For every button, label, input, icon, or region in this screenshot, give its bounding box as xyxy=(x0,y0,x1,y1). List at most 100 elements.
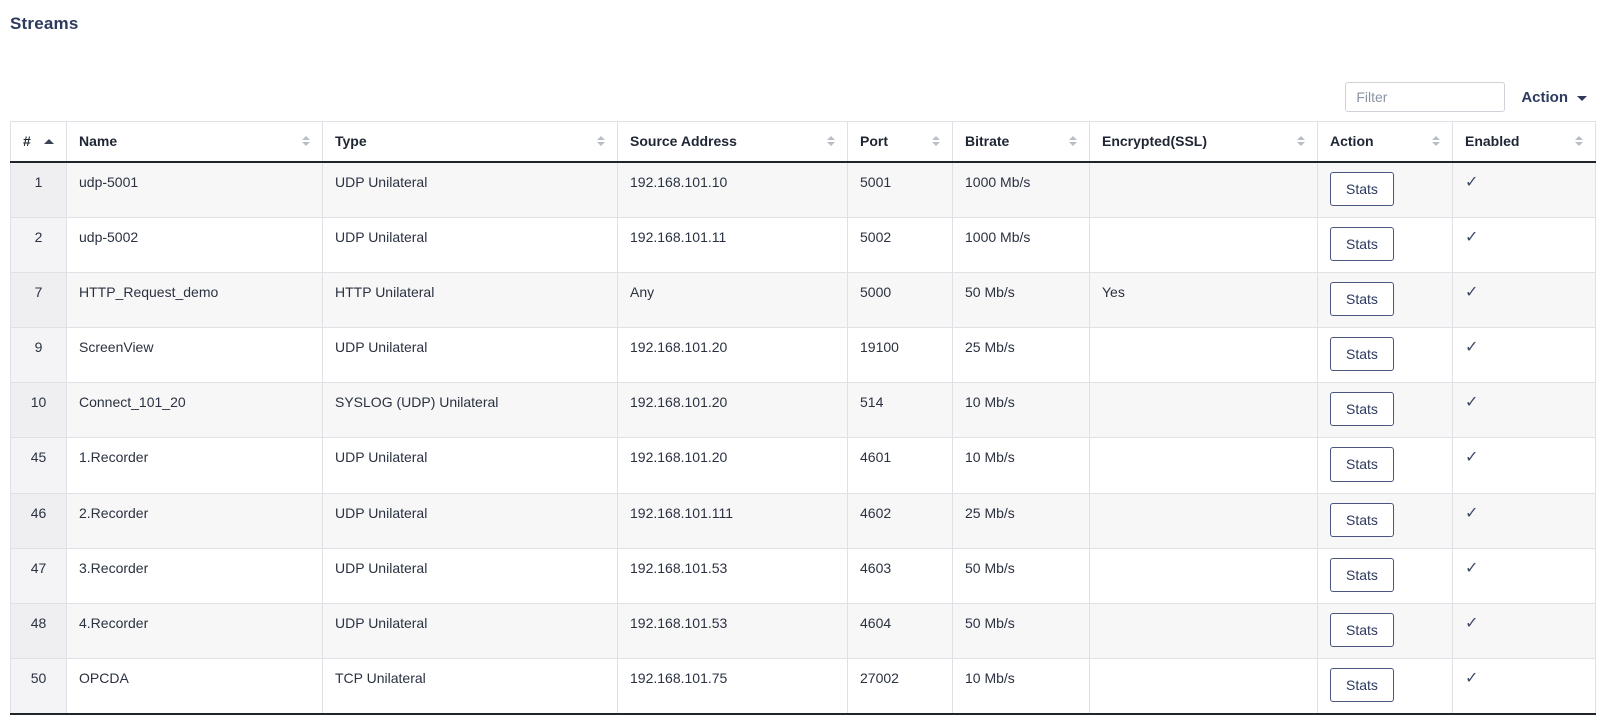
cell-enabled: ✓ xyxy=(1453,493,1596,548)
table-row: 462.RecorderUDP Unilateral192.168.101.11… xyxy=(11,493,1596,548)
table-row: 50OPCDATCP Unilateral192.168.101.7527002… xyxy=(11,659,1596,715)
stats-button[interactable]: Stats xyxy=(1330,337,1394,371)
stats-button[interactable]: Stats xyxy=(1330,613,1394,647)
cell-source: 192.168.101.11 xyxy=(618,217,848,272)
cell-bitrate: 50 Mb/s xyxy=(953,604,1090,659)
column-header-label: # xyxy=(23,133,31,149)
streams-page: Streams Action # Name Type Source Address Po… xyxy=(0,0,1602,715)
stats-button[interactable]: Stats xyxy=(1330,447,1394,481)
check-icon: ✓ xyxy=(1465,615,1478,632)
filter-input[interactable] xyxy=(1345,82,1505,112)
cell-type: HTTP Unilateral xyxy=(323,272,618,327)
cell-port: 4603 xyxy=(848,548,953,603)
streams-table: # Name Type Source Address Port Bitrate Encryp… xyxy=(10,121,1596,715)
cell-bitrate: 1000 Mb/s xyxy=(953,162,1090,218)
table-row: 9ScreenViewUDP Unilateral192.168.101.201… xyxy=(11,328,1596,383)
cell-type: SYSLOG (UDP) Unilateral xyxy=(323,383,618,438)
cell-type: TCP Unilateral xyxy=(323,659,618,715)
table-header-row: # Name Type Source Address Port Bitrate Encryp… xyxy=(11,122,1596,162)
cell-encrypted xyxy=(1090,162,1318,218)
cell-port: 4602 xyxy=(848,493,953,548)
stats-button[interactable]: Stats xyxy=(1330,282,1394,316)
cell-bitrate: 50 Mb/s xyxy=(953,272,1090,327)
column-header-name[interactable]: Name xyxy=(67,122,323,162)
column-header-label: Port xyxy=(860,133,888,149)
cell-name: Connect_101_20 xyxy=(67,383,323,438)
sort-up-arrow xyxy=(302,136,310,140)
sort-icon xyxy=(932,136,940,146)
cell-bitrate: 50 Mb/s xyxy=(953,548,1090,603)
cell-name: ScreenView xyxy=(67,328,323,383)
column-header-bitrate[interactable]: Bitrate xyxy=(953,122,1090,162)
column-header-inner: Encrypted(SSL) xyxy=(1102,133,1305,149)
column-header-label: Source Address xyxy=(630,133,737,149)
cell-encrypted: Yes xyxy=(1090,272,1318,327)
cell-encrypted xyxy=(1090,604,1318,659)
check-icon: ✓ xyxy=(1465,339,1478,356)
sort-up-arrow xyxy=(827,136,835,140)
cell-source: Any xyxy=(618,272,848,327)
cell-enabled: ✓ xyxy=(1453,383,1596,438)
cell-name: 4.Recorder xyxy=(67,604,323,659)
cell-encrypted xyxy=(1090,217,1318,272)
cell-enabled: ✓ xyxy=(1453,659,1596,715)
cell-enabled: ✓ xyxy=(1453,548,1596,603)
column-header-label: Bitrate xyxy=(965,133,1009,149)
check-icon: ✓ xyxy=(1465,284,1478,301)
cell-action: Stats xyxy=(1318,493,1453,548)
stats-button[interactable]: Stats xyxy=(1330,668,1394,702)
column-header-action[interactable]: Action xyxy=(1318,122,1453,162)
sort-up-arrow xyxy=(1069,136,1077,140)
action-dropdown[interactable]: Action xyxy=(1521,89,1587,106)
column-header-inner: # xyxy=(23,133,54,149)
cell-type: UDP Unilateral xyxy=(323,604,618,659)
row-number-cell: 48 xyxy=(11,604,67,659)
column-header-label: Enabled xyxy=(1465,133,1519,149)
cell-type: UDP Unilateral xyxy=(323,162,618,218)
cell-action: Stats xyxy=(1318,217,1453,272)
cell-encrypted xyxy=(1090,659,1318,715)
column-header-encrypted[interactable]: Encrypted(SSL) xyxy=(1090,122,1318,162)
column-header-label: Name xyxy=(79,133,117,149)
cell-port: 4601 xyxy=(848,438,953,493)
check-icon: ✓ xyxy=(1465,560,1478,577)
cell-port: 5000 xyxy=(848,272,953,327)
cell-bitrate: 10 Mb/s xyxy=(953,438,1090,493)
table-row: 484.RecorderUDP Unilateral192.168.101.53… xyxy=(11,604,1596,659)
cell-enabled: ✓ xyxy=(1453,604,1596,659)
row-number-cell: 46 xyxy=(11,493,67,548)
stats-button[interactable]: Stats xyxy=(1330,172,1394,206)
stats-button[interactable]: Stats xyxy=(1330,227,1394,261)
sort-icon xyxy=(302,136,310,146)
column-header-num[interactable]: # xyxy=(11,122,67,162)
stats-button[interactable]: Stats xyxy=(1330,392,1394,426)
cell-name: 2.Recorder xyxy=(67,493,323,548)
cell-action: Stats xyxy=(1318,604,1453,659)
column-header-enabled[interactable]: Enabled xyxy=(1453,122,1596,162)
column-header-type[interactable]: Type xyxy=(323,122,618,162)
sort-down-arrow xyxy=(827,142,835,146)
cell-encrypted xyxy=(1090,548,1318,603)
row-number-cell: 50 xyxy=(11,659,67,715)
column-header-source[interactable]: Source Address xyxy=(618,122,848,162)
column-header-label: Type xyxy=(335,133,367,149)
cell-action: Stats xyxy=(1318,383,1453,438)
cell-port: 514 xyxy=(848,383,953,438)
stats-button[interactable]: Stats xyxy=(1330,503,1394,537)
sort-down-arrow xyxy=(1297,142,1305,146)
cell-name: 1.Recorder xyxy=(67,438,323,493)
check-icon: ✓ xyxy=(1465,229,1478,246)
column-header-label: Encrypted(SSL) xyxy=(1102,133,1207,149)
stats-button[interactable]: Stats xyxy=(1330,558,1394,592)
cell-action: Stats xyxy=(1318,548,1453,603)
sort-up-arrow xyxy=(1432,136,1440,140)
sort-down-arrow xyxy=(1069,142,1077,146)
row-number-cell: 7 xyxy=(11,272,67,327)
check-icon: ✓ xyxy=(1465,449,1478,466)
column-header-inner: Enabled xyxy=(1465,133,1583,149)
cell-name: HTTP_Request_demo xyxy=(67,272,323,327)
sort-icon xyxy=(597,136,605,146)
page-title: Streams xyxy=(10,14,1595,34)
cell-name: OPCDA xyxy=(67,659,323,715)
column-header-port[interactable]: Port xyxy=(848,122,953,162)
